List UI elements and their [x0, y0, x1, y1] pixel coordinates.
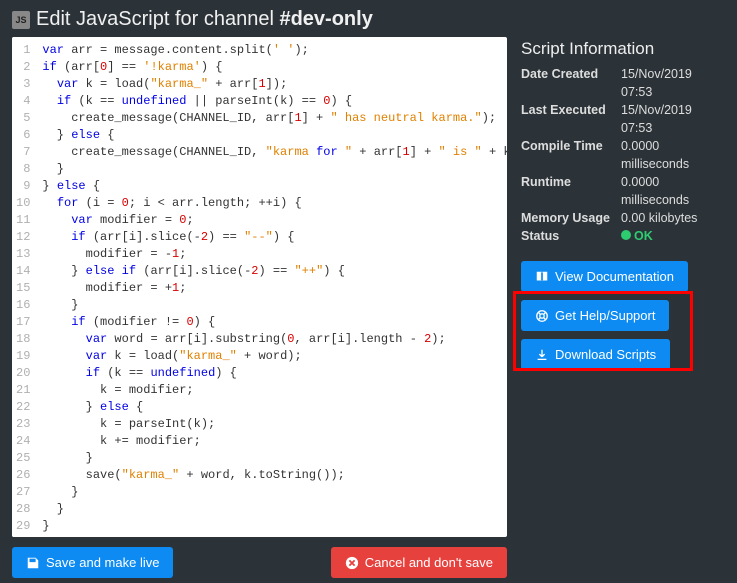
code-area[interactable]: var arr = message.content.split(' ');if …: [36, 37, 507, 537]
info-label: Status: [521, 227, 621, 245]
book-icon: [535, 270, 549, 284]
code-editor[interactable]: 1234567891011121314151617181920212223242…: [12, 37, 507, 537]
info-title: Script Information: [521, 39, 725, 59]
info-value: 0.0000 milliseconds: [621, 137, 725, 173]
get-help-button[interactable]: Get Help/Support: [521, 300, 669, 331]
info-value: 0.0000 milliseconds: [621, 173, 725, 209]
status-value: OK: [621, 227, 725, 245]
ok-icon: [621, 230, 631, 240]
info-row: Runtime0.0000 milliseconds: [521, 173, 725, 209]
sidebar-buttons: View Documentation Get Help/Support Down…: [521, 261, 725, 370]
save-label: Save and make live: [46, 555, 159, 570]
info-label: Runtime: [521, 173, 621, 209]
info-value: 0.00 kilobytes: [621, 209, 725, 227]
info-value: 15/Nov/2019 07:53: [621, 101, 725, 137]
header: JS Edit JavaScript for channel #dev-only: [0, 0, 737, 37]
info-value: 15/Nov/2019 07:53: [621, 65, 725, 101]
info-row-status: StatusOK: [521, 227, 725, 245]
cancel-label: Cancel and don't save: [365, 555, 493, 570]
info-label: Last Executed: [521, 101, 621, 137]
info-row: Last Executed15/Nov/2019 07:53: [521, 101, 725, 137]
channel-name: #dev-only: [279, 8, 372, 30]
get-help-label: Get Help/Support: [555, 308, 655, 323]
download-label: Download Scripts: [555, 347, 656, 362]
footer: Save and make live Cancel and don't save: [0, 537, 519, 578]
title-prefix: Edit JavaScript for channel: [36, 8, 279, 30]
save-button[interactable]: Save and make live: [12, 547, 173, 578]
save-icon: [26, 556, 40, 570]
line-gutter: 1234567891011121314151617181920212223242…: [12, 37, 36, 537]
view-docs-button[interactable]: View Documentation: [521, 261, 688, 292]
info-table: Date Created15/Nov/2019 07:53Last Execut…: [521, 65, 725, 245]
info-row: Memory Usage0.00 kilobytes: [521, 209, 725, 227]
sidebar: Script Information Date Created15/Nov/20…: [521, 37, 725, 370]
lifebuoy-icon: [535, 309, 549, 323]
cancel-button[interactable]: Cancel and don't save: [331, 547, 507, 578]
download-scripts-button[interactable]: Download Scripts: [521, 339, 670, 370]
download-icon: [535, 348, 549, 362]
page-title: Edit JavaScript for channel #dev-only: [36, 8, 373, 31]
info-label: Memory Usage: [521, 209, 621, 227]
info-row: Compile Time0.0000 milliseconds: [521, 137, 725, 173]
view-docs-label: View Documentation: [555, 269, 674, 284]
cancel-icon: [345, 556, 359, 570]
info-label: Date Created: [521, 65, 621, 101]
js-badge-icon: JS: [12, 11, 30, 29]
info-row: Date Created15/Nov/2019 07:53: [521, 65, 725, 101]
info-label: Compile Time: [521, 137, 621, 173]
